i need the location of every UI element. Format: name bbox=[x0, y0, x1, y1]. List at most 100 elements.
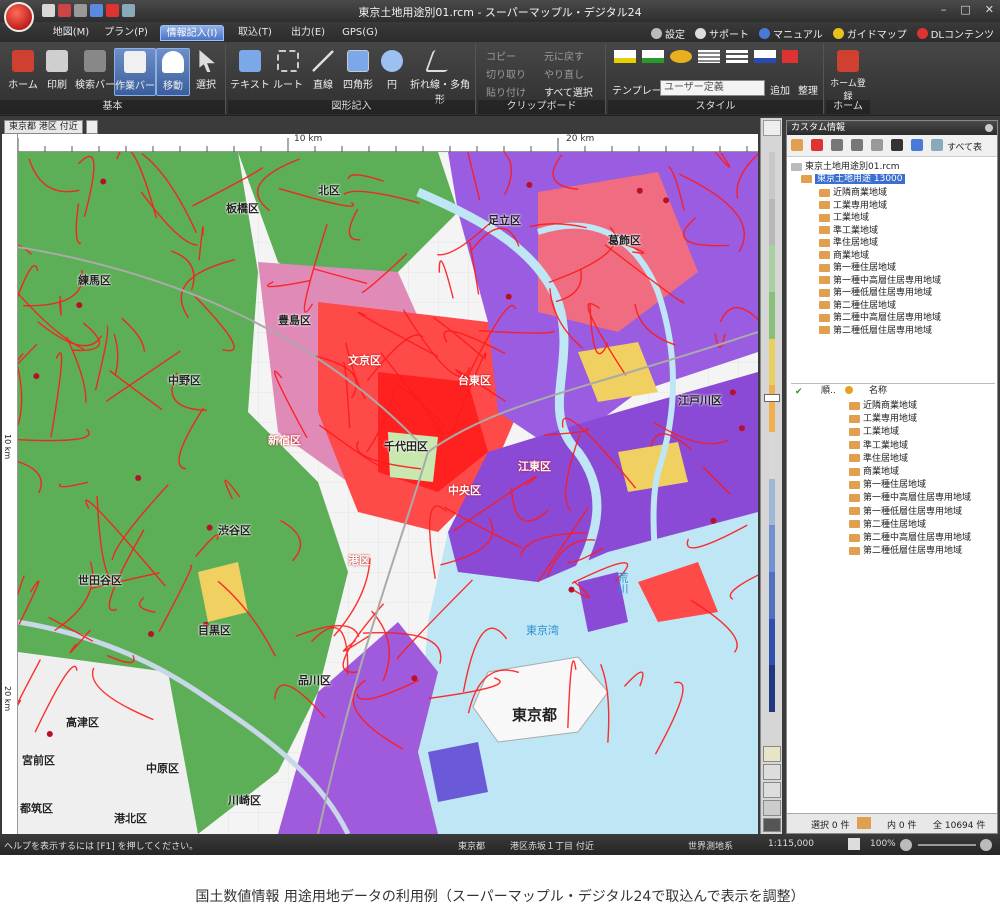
pattern-view-icon[interactable] bbox=[763, 800, 781, 816]
tree-category-item[interactable]: 第二種中高層住居専用地域 bbox=[819, 312, 941, 324]
list-item[interactable]: 第一種住居地域 bbox=[849, 479, 926, 491]
sort-icon[interactable] bbox=[891, 139, 903, 151]
bulb-icon[interactable] bbox=[845, 386, 853, 394]
tree-category-item[interactable]: 第二種低層住居専用地域 bbox=[819, 325, 932, 337]
undo-button[interactable]: 元に戻す bbox=[544, 48, 584, 63]
manual-link[interactable]: マニュアル bbox=[759, 26, 823, 41]
list-item[interactable]: 工業地域 bbox=[849, 426, 899, 438]
name-column-header[interactable]: 名称 bbox=[869, 384, 887, 398]
close-button[interactable]: ✕ bbox=[985, 3, 994, 16]
search-icon[interactable] bbox=[911, 139, 923, 151]
work-bar-button[interactable]: 作業バー bbox=[114, 48, 156, 96]
move-button[interactable]: 移動 bbox=[156, 48, 190, 96]
symbol-icon[interactable] bbox=[670, 50, 692, 63]
tab-gps[interactable]: GPS(G) bbox=[340, 25, 380, 41]
circle-button[interactable]: 円 bbox=[376, 48, 408, 96]
home-button[interactable]: ホーム bbox=[4, 48, 42, 96]
settings-link[interactable]: 設定 bbox=[651, 26, 685, 41]
tree-layer[interactable]: 東京土地用途 13000 bbox=[801, 173, 905, 185]
tab-map[interactable]: 地図(M) bbox=[50, 25, 92, 41]
tree-category-item[interactable]: 第一種低層住居専用地域 bbox=[819, 287, 932, 299]
rectangle-button[interactable]: 四角形 bbox=[338, 48, 378, 96]
tree-category-item[interactable]: 近隣商業地域 bbox=[819, 187, 887, 199]
delete-style-icon[interactable] bbox=[782, 50, 798, 63]
home-register-button[interactable]: ホーム登録 bbox=[828, 48, 868, 102]
properties-icon[interactable] bbox=[871, 139, 883, 151]
zoom-fit-icon[interactable] bbox=[848, 838, 860, 850]
support-link[interactable]: サポート bbox=[695, 26, 749, 41]
line-width-icon[interactable] bbox=[726, 50, 748, 63]
list-item[interactable]: 近隣商業地域 bbox=[849, 400, 917, 412]
zoom-slider-thumb[interactable] bbox=[764, 394, 780, 402]
list-item[interactable]: 準工業地域 bbox=[849, 440, 908, 452]
maximize-button[interactable]: □ bbox=[960, 3, 970, 16]
zoom-out-icon[interactable] bbox=[900, 839, 912, 851]
move-up-icon[interactable] bbox=[831, 139, 843, 151]
zoom-in-icon[interactable] bbox=[763, 120, 781, 136]
move-down-icon[interactable] bbox=[851, 139, 863, 151]
add-template-button[interactable]: 追加 bbox=[770, 82, 790, 97]
guidemap-link[interactable]: ガイドマップ bbox=[832, 26, 907, 41]
layer-view-icon[interactable] bbox=[763, 746, 781, 762]
redo-button[interactable]: やり直し bbox=[544, 66, 584, 81]
tree-category-item[interactable]: 準工業地域 bbox=[819, 225, 878, 237]
arrange-template-button[interactable]: 整理 bbox=[798, 82, 818, 97]
dark-view-icon[interactable] bbox=[763, 818, 781, 832]
list-item[interactable]: 第一種低層住居専用地域 bbox=[849, 506, 962, 518]
order-column-header[interactable]: 順.. bbox=[821, 384, 836, 398]
map-frame: 10 km 20 km 10 km 20 km 板橋区 北区 豊島区 台東区 足… bbox=[2, 134, 758, 834]
list-item[interactable]: 第二種低層住居専用地域 bbox=[849, 545, 962, 557]
line-style-icon[interactable] bbox=[698, 50, 720, 63]
tree-category-item[interactable]: 第一種中高層住居専用地域 bbox=[819, 275, 941, 287]
zoom-in-small-icon[interactable] bbox=[980, 839, 992, 851]
tree-category-item[interactable]: 工業地域 bbox=[819, 212, 869, 224]
tree-category-item[interactable]: 工業専用地域 bbox=[819, 200, 887, 212]
select-button[interactable]: 選択 bbox=[190, 48, 222, 96]
tab-output[interactable]: 出力(E) bbox=[288, 25, 328, 41]
show-all-button[interactable]: すべて表 bbox=[947, 140, 982, 153]
cut-button[interactable]: 切り取り bbox=[486, 66, 526, 81]
zoom-slider[interactable] bbox=[918, 844, 976, 846]
tree-category-item[interactable]: 第一種住居地域 bbox=[819, 262, 896, 274]
panel-pin-icon[interactable] bbox=[985, 124, 993, 132]
tab-import[interactable]: 取込(T) bbox=[236, 25, 274, 41]
tab-info-entry[interactable]: 情報記入(I) bbox=[160, 25, 224, 41]
polyline-button[interactable]: 折れ線・多角形 bbox=[406, 48, 474, 106]
arrow-style-icon[interactable] bbox=[754, 50, 776, 63]
select-all-button[interactable]: すべて選択 bbox=[544, 84, 593, 99]
map-canvas[interactable]: 板橋区 北区 豊島区 台東区 足立区 葛飾区 中野区 練馬区 新宿区 文京区 千… bbox=[18, 152, 758, 834]
tree-category-item[interactable]: 準住居地域 bbox=[819, 237, 878, 249]
minimize-button[interactable]: – bbox=[941, 3, 947, 16]
download-link[interactable]: DLコンテンツ bbox=[916, 26, 994, 41]
check-icon[interactable]: ✔ bbox=[795, 385, 805, 397]
folder-icon[interactable] bbox=[857, 817, 871, 829]
text-button[interactable]: テキスト bbox=[230, 48, 270, 96]
grid-view-icon[interactable] bbox=[763, 764, 781, 780]
list-item[interactable]: 商業地域 bbox=[849, 466, 899, 478]
tree-root[interactable]: 東京土地用途別01.rcm bbox=[791, 161, 900, 173]
list-item[interactable]: 第二種中高層住居専用地域 bbox=[849, 532, 971, 544]
paste-button[interactable]: 貼り付け bbox=[486, 84, 526, 99]
tree-category-item[interactable]: 第二種住居地域 bbox=[819, 300, 896, 312]
folder-icon[interactable] bbox=[791, 139, 803, 151]
list-item[interactable]: 準住居地域 bbox=[849, 453, 908, 465]
search-bar-button[interactable]: 検索バー bbox=[74, 48, 116, 96]
document-tab[interactable]: 東京都 港区 付近 bbox=[4, 120, 83, 134]
fill-color-icon[interactable] bbox=[614, 50, 636, 63]
route-button[interactable]: ルート bbox=[270, 48, 306, 96]
list-item[interactable]: 工業専用地域 bbox=[849, 413, 917, 425]
app-logo-icon[interactable] bbox=[4, 2, 34, 32]
pen-color-icon[interactable] bbox=[642, 50, 664, 63]
list-item[interactable]: 第一種中高層住居専用地域 bbox=[849, 492, 971, 504]
copy-button[interactable]: コピー bbox=[486, 48, 516, 63]
template-select[interactable]: ユーザー定義 bbox=[660, 80, 765, 96]
filter-icon[interactable] bbox=[931, 139, 943, 151]
list-item[interactable]: 第二種住居地域 bbox=[849, 519, 926, 531]
tile-view-icon[interactable] bbox=[763, 782, 781, 798]
print-button[interactable]: 印刷 bbox=[38, 48, 76, 96]
tree-category-item[interactable]: 商業地域 bbox=[819, 250, 869, 262]
line-button[interactable]: 直線 bbox=[306, 48, 340, 96]
new-tab-icon[interactable] bbox=[86, 120, 98, 134]
new-folder-icon[interactable] bbox=[811, 139, 823, 151]
tab-plan[interactable]: プラン(P) bbox=[104, 25, 148, 41]
